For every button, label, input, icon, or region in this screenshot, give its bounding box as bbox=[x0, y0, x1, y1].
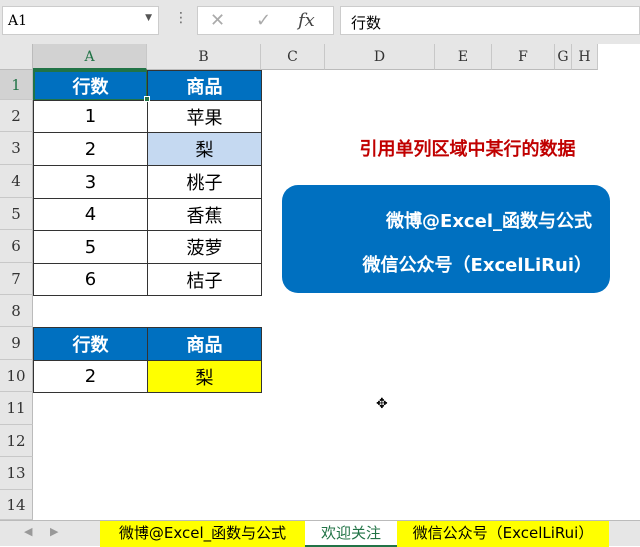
row-header-8[interactable]: 8 bbox=[0, 295, 33, 327]
sheet-tabs: ◀ ▶ 微博@Excel_函数与公式 欢迎关注 微信公众号（ExcelLiRui… bbox=[0, 520, 640, 547]
row-header-7[interactable]: 7 bbox=[0, 263, 33, 295]
row-header-2[interactable]: 2 bbox=[0, 100, 33, 132]
table-cell-item[interactable]: 桃子 bbox=[147, 165, 262, 199]
name-box[interactable]: A1 ▼ bbox=[2, 6, 159, 35]
row-header-13[interactable]: 13 bbox=[0, 457, 33, 490]
column-header-B[interactable]: B bbox=[147, 44, 261, 70]
table-cell-item[interactable]: 菠萝 bbox=[147, 230, 262, 264]
row-header-4[interactable]: 4 bbox=[0, 165, 33, 198]
table-cell-index[interactable]: 4 bbox=[33, 198, 148, 231]
cancel-icon[interactable]: ✕ bbox=[210, 10, 225, 31]
row-header-10[interactable]: 10 bbox=[0, 360, 33, 392]
select-all-corner[interactable] bbox=[0, 44, 33, 70]
formula-input[interactable]: 行数 bbox=[340, 6, 640, 35]
banner-weibo: 微博@Excel_函数与公式 bbox=[386, 211, 592, 232]
row-header-1[interactable]: 1 bbox=[0, 70, 33, 100]
table-cell-index[interactable]: 1 bbox=[33, 100, 148, 133]
formula-buttons: ✕ ✓ fx bbox=[197, 6, 334, 35]
cursor-icon: ✥ bbox=[376, 396, 388, 412]
row-header-5[interactable]: 5 bbox=[0, 198, 33, 230]
column-header-D[interactable]: D bbox=[325, 44, 435, 70]
more-icon: ⋮ bbox=[174, 10, 188, 26]
table-cell-item[interactable]: 苹果 bbox=[147, 100, 262, 133]
table-cell-index[interactable]: 5 bbox=[33, 230, 148, 264]
table-cell-item[interactable]: 梨 bbox=[147, 132, 262, 166]
cell-a9[interactable]: 行数 bbox=[33, 327, 148, 361]
result-index-cell[interactable]: 2 bbox=[33, 360, 148, 393]
fill-handle[interactable] bbox=[144, 96, 150, 102]
column-header-E[interactable]: E bbox=[435, 44, 492, 70]
column-header-H[interactable]: H bbox=[572, 44, 598, 70]
banner-wechat: 微信公众号（ExcelLiRui） bbox=[362, 255, 592, 276]
table-cell-index[interactable]: 6 bbox=[33, 263, 148, 296]
column-header-C[interactable]: C bbox=[261, 44, 325, 70]
cell-b1[interactable]: 商品 bbox=[147, 70, 262, 101]
row-header-14[interactable]: 14 bbox=[0, 490, 33, 520]
name-box-value: A1 bbox=[8, 13, 28, 29]
column-header-F[interactable]: F bbox=[492, 44, 555, 70]
table-cell-item[interactable]: 香蕉 bbox=[147, 198, 262, 231]
scroll-right-icon[interactable]: ▶ bbox=[50, 525, 58, 538]
row-header-9[interactable]: 9 bbox=[0, 327, 33, 360]
row-header-11[interactable]: 11 bbox=[0, 392, 33, 425]
column-header-A[interactable]: A bbox=[33, 44, 147, 70]
chevron-down-icon[interactable]: ▼ bbox=[145, 13, 152, 23]
row-header-3[interactable]: 3 bbox=[0, 132, 33, 165]
cell-b9[interactable]: 商品 bbox=[147, 327, 262, 361]
tab-weibo[interactable]: 微博@Excel_函数与公式 bbox=[100, 521, 305, 547]
tab-wechat[interactable]: 微信公众号（ExcelLiRui） bbox=[397, 521, 609, 547]
info-banner: 微博@Excel_函数与公式 微信公众号（ExcelLiRui） bbox=[282, 185, 610, 293]
sheet-title: 引用单列区域中某行的数据 bbox=[359, 139, 576, 160]
table-cell-item[interactable]: 桔子 bbox=[147, 263, 262, 296]
fx-icon[interactable]: fx bbox=[298, 10, 315, 31]
tab-welcome[interactable]: 欢迎关注 bbox=[305, 521, 397, 547]
row-header-12[interactable]: 12 bbox=[0, 425, 33, 457]
cell-a1[interactable]: 行数 bbox=[33, 70, 148, 101]
table-cell-index[interactable]: 3 bbox=[33, 165, 148, 199]
scroll-left-icon[interactable]: ◀ bbox=[24, 525, 32, 538]
table-cell-index[interactable]: 2 bbox=[33, 132, 148, 166]
row-header-6[interactable]: 6 bbox=[0, 230, 33, 263]
result-item-cell[interactable]: 梨 bbox=[147, 360, 262, 393]
enter-icon[interactable]: ✓ bbox=[256, 10, 271, 31]
column-header-G[interactable]: G bbox=[555, 44, 572, 70]
